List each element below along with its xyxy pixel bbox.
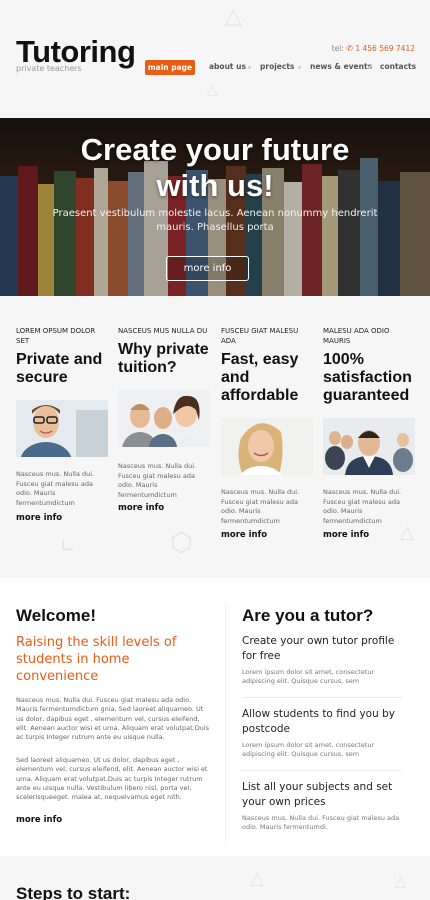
phone-number[interactable]: 1 456 569 7412 [355, 44, 415, 53]
triangle-decoration-icon: △ [400, 522, 414, 543]
student-with-glasses-image [16, 400, 108, 457]
feature-kicker: FUSCEU GIAT MALESU ADA [221, 327, 299, 345]
feature-kicker: MALESU ADA ODIO MAURIS [323, 327, 390, 345]
feature-title: Why private tuition? [118, 341, 209, 376]
site-tagline: private teachers [16, 64, 82, 73]
phone-icon: ✆ [346, 44, 353, 53]
feature-column: NASCEUS MUS NULLA DU Why private tuition… [118, 326, 210, 377]
angle-decoration-icon: ∟ [60, 536, 76, 557]
tutor-heading: Are you a tutor? [242, 606, 374, 625]
hero-more-info-button[interactable]: more info [166, 256, 249, 281]
tutor-item-separator [242, 770, 402, 771]
hero-banner: Create your future with us! Praesent ves… [0, 118, 430, 296]
tutor-item-text: Lorem ipsum dolor sit amet, consectetur … [242, 741, 375, 759]
feature-title: Private and secure [16, 351, 103, 386]
welcome-paragraph: Nasceus mus. Nulla dui. Fusceu giat male… [16, 696, 210, 742]
feature-more-info-link[interactable]: more info [323, 530, 369, 540]
tutor-item-text: Nasceus mus. Nulla dui. Fusceu giat male… [242, 814, 400, 832]
tutor-item-title: List all your subjects and set your own … [242, 781, 393, 808]
welcome-more-info-link[interactable]: more info [16, 815, 62, 825]
feature-photo [16, 400, 108, 457]
feature-kicker: LOREM OPSUM DOLOR SET [16, 327, 96, 345]
steps-section: Steps to start: △ △ [0, 856, 430, 900]
feature-photo [221, 418, 313, 475]
feature-more-info-link[interactable]: more info [118, 503, 164, 513]
features-section: LOREM OPSUM DOLOR SET Private and secure… [0, 296, 430, 578]
feature-text: Nasceus mus. Nulla dui. Fusceu giat male… [16, 470, 95, 507]
welcome-tutor-section: Welcome! Raising the skill levels of stu… [0, 578, 430, 856]
feature-text: Nasceus mus. Nulla dui. Fusceu giat male… [221, 488, 300, 525]
group-of-people-image [118, 390, 210, 447]
feature-column: LOREM OPSUM DOLOR SET Private and secure [16, 326, 108, 387]
hero-title-line: with us! [156, 168, 274, 203]
hero-title: Create your future with us! [0, 132, 430, 204]
tutor-item-separator [242, 697, 402, 698]
smiling-woman-image [221, 418, 313, 475]
triangle-decoration-icon: △ [250, 868, 264, 889]
nav-separator [298, 66, 301, 69]
welcome-heading: Welcome! [16, 606, 96, 625]
hexagon-decoration-icon: ⬡ [170, 528, 193, 558]
steps-heading: Steps to start: [16, 884, 131, 900]
triangle-decoration-icon: △ [395, 874, 406, 890]
feature-photo [323, 418, 415, 475]
nav-news-events[interactable]: news & events [310, 62, 372, 71]
phone-label: tel: [331, 44, 344, 53]
nav-main-page[interactable]: main page [145, 60, 195, 75]
business-team-image [323, 418, 415, 475]
tutor-item-title: Allow students to find you by postcode [242, 708, 395, 735]
nav-separator [248, 66, 251, 69]
feature-column: MALESU ADA ODIO MAURIS 100% satisfaction… [323, 326, 415, 405]
hero-title-line: Create your future [80, 132, 350, 167]
triangle-decoration-icon: △ [225, 4, 242, 29]
phone-contact: tel: ✆ 1 456 569 7412 [332, 44, 415, 53]
feature-more-info-link[interactable]: more info [221, 530, 267, 540]
feature-text: Nasceus mus. Nulla dui. Fusceu giat male… [118, 462, 197, 499]
welcome-paragraph: Sed laoreet aliquameo. Ut us dolor, dapi… [16, 756, 208, 802]
feature-photo [118, 390, 210, 447]
nav-projects[interactable]: projects [260, 62, 294, 71]
column-divider [225, 603, 226, 841]
triangle-decoration-icon: △ [207, 82, 218, 98]
tutor-item-title: Create your own tutor profile for free [242, 635, 395, 662]
tutor-item-text: Lorem ipsum dolor sit amet, consectetur … [242, 668, 375, 686]
site-header: Tutoring private teachers tel: ✆ 1 456 5… [0, 0, 430, 118]
hero-description: Praesent vestibulum molestie lacus. Aene… [52, 208, 378, 233]
feature-title: 100% satisfaction guaranteed [323, 351, 412, 404]
nav-contacts[interactable]: contacts [380, 62, 416, 71]
feature-more-info-link[interactable]: more info [16, 513, 62, 523]
nav-about-us[interactable]: about us [209, 62, 246, 71]
feature-column: FUSCEU GIAT MALESU ADA Fast, easy and af… [221, 326, 313, 405]
feature-title: Fast, easy and affordable [221, 351, 299, 404]
feature-text: Nasceus mus. Nulla dui. Fusceu giat male… [323, 488, 402, 525]
nav-separator [368, 66, 371, 69]
feature-kicker: NASCEUS MUS NULLA DU [118, 327, 208, 335]
welcome-subheading: Raising the skill levels of students in … [16, 635, 177, 684]
